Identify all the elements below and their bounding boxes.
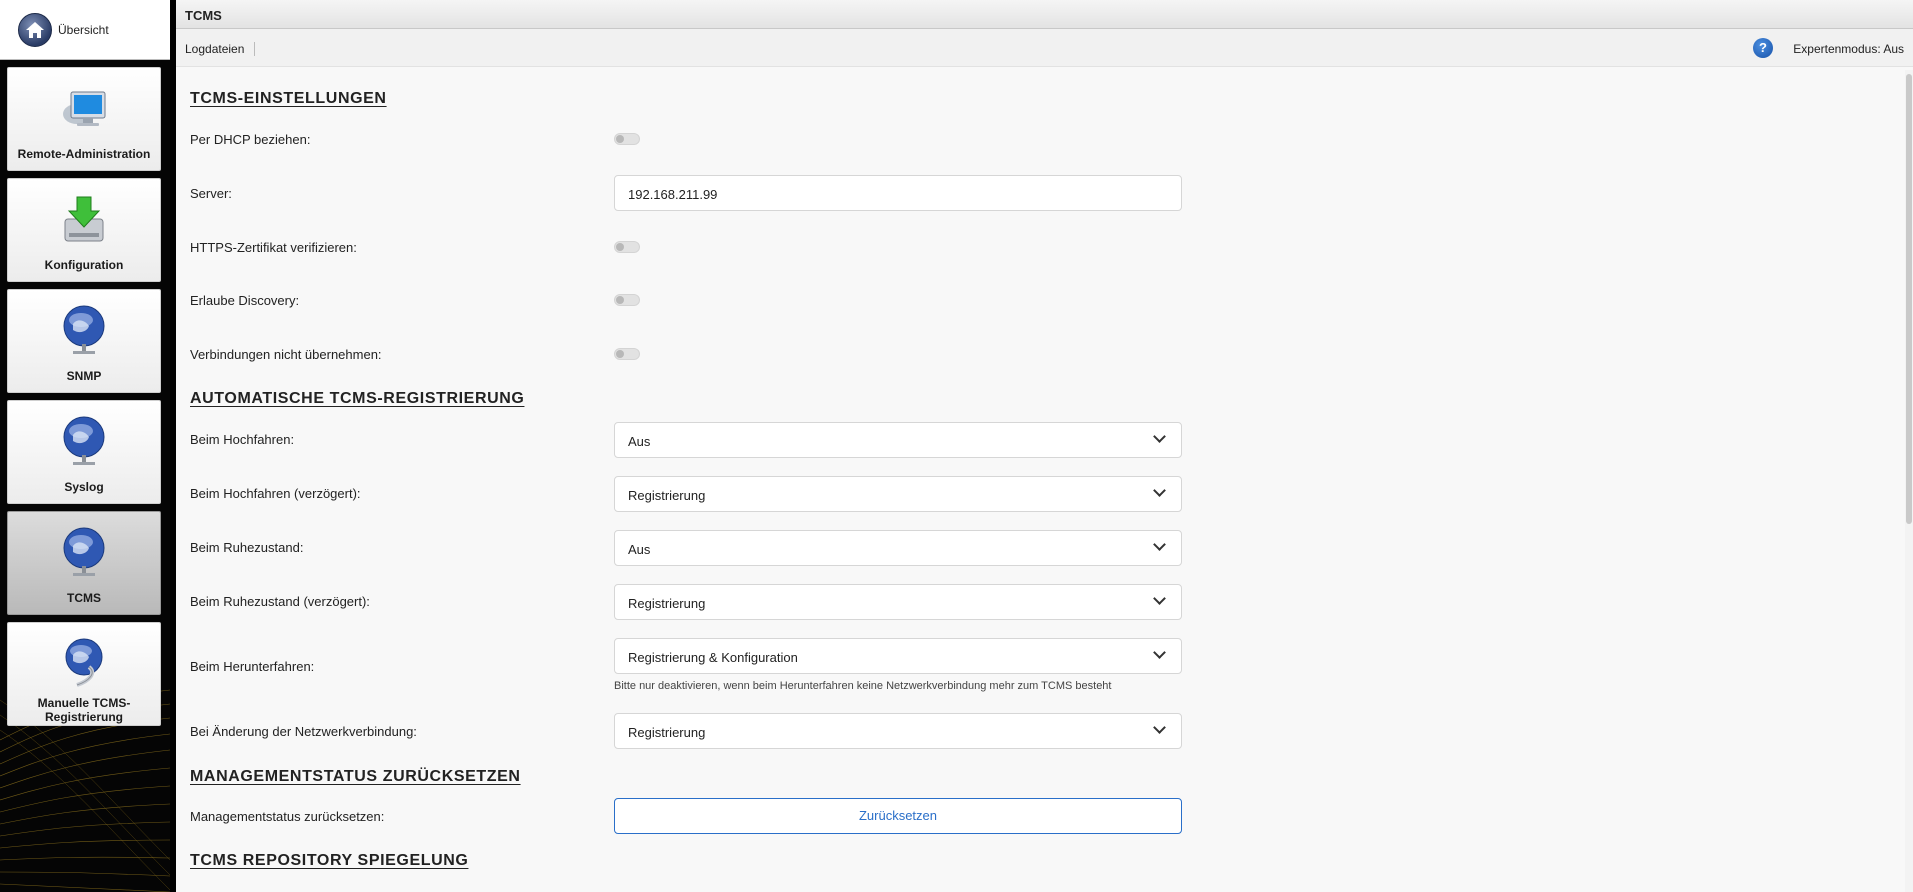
https-verify-label: HTTPS-Zertifikat verifizieren: [190,240,357,255]
boot-select-value: Aus [628,434,651,449]
page-title: TCMS [176,0,1913,29]
boot-select[interactable]: Aus [614,422,1182,458]
nav-tile-konfiguration[interactable]: Konfiguration [7,178,161,282]
shutdown-select-value: Registrierung & Konfiguration [628,650,798,665]
nav-tile-tcms[interactable]: TCMS [7,511,161,615]
server-input[interactable]: 192.168.211.99 [614,175,1182,211]
nav-tile-label: Remote-Administration [17,147,151,161]
boot-label: Beim Hochfahren: [190,432,295,447]
section-title-repository-mirror: TCMS REPOSITORY SPIEGELUNG [190,852,469,869]
section-title-reset: MANAGEMENTSTATUS ZURÜCKSETZEN [190,768,521,785]
shutdown-label: Beim Herunterfahren: [190,659,315,674]
scrollbar-thumb[interactable] [1906,74,1912,524]
server-label: Server: [190,186,232,201]
nav-tile-label: SNMP [66,369,102,383]
discovery-label: Erlaube Discovery: [190,293,300,308]
nav-tile-label: TCMS [67,591,101,605]
main-panel: TCMS Logdateien ? Expertenmodus: Aus TCM… [176,0,1913,892]
chevron-down-icon [1153,646,1166,659]
boot-delayed-label: Beim Hochfahren (verzögert): [190,486,361,501]
hibernate-delayed-select-value: Registrierung [628,596,706,611]
network-change-select[interactable]: Registrierung [614,713,1182,749]
globe-icon [63,527,105,576]
reset-button[interactable]: Zurücksetzen [614,798,1182,834]
hibernate-delayed-label: Beim Ruhezustand (verzögert): [190,594,370,609]
boot-delayed-select-value: Registrierung [628,488,706,503]
https-verify-toggle[interactable] [614,241,640,253]
nav-tile-manuelle-tcms-registrierung[interactable]: Manuelle TCMS-Registrierung [7,622,161,726]
scrollbar[interactable] [1905,70,1913,892]
download-drive-icon [64,196,104,242]
monitor-icon [63,91,106,126]
boot-delayed-select[interactable]: Registrierung [614,476,1182,512]
chevron-down-icon [1153,430,1166,443]
globe-icon [63,416,105,465]
discovery-toggle[interactable] [614,294,640,306]
nav-tile-syslog[interactable]: Syslog [7,400,161,504]
chevron-down-icon [1153,721,1166,734]
nav-tile-label: Konfiguration [44,258,124,272]
shutdown-select[interactable]: Registrierung & Konfiguration [614,638,1182,674]
chevron-down-icon [1153,538,1166,551]
dhcp-label: Per DHCP beziehen: [190,132,311,147]
section-title-tcms-settings: TCMS-EINSTELLUNGEN [190,90,387,107]
overview-link[interactable]: Übersicht [0,0,170,60]
shutdown-hint: Bitte nur deaktivieren, wenn beim Herunt… [614,680,1112,692]
chevron-down-icon [1153,484,1166,497]
connections-label: Verbindungen nicht übernehmen: [190,347,382,362]
nav-tile-remote-administration[interactable]: Remote-Administration [7,67,161,171]
reset-label: Managementstatus zurücksetzen: [190,809,385,824]
section-title-auto-registration: AUTOMATISCHE TCMS-REGISTRIERUNG [190,390,525,407]
expert-mode-toggle[interactable]: Expertenmodus: Aus [1793,42,1904,56]
logs-link[interactable]: Logdateien [185,42,256,56]
hibernate-label: Beim Ruhezustand: [190,540,304,555]
help-icon[interactable]: ? [1753,38,1773,58]
home-icon [18,12,52,47]
toolbar: Logdateien ? Expertenmodus: Aus [176,29,1913,67]
nav-tile-snmp[interactable]: SNMP [7,289,161,393]
sidebar: Übersicht Remote-Administration Konfigur… [0,0,170,892]
hibernate-select-value: Aus [628,542,651,557]
chevron-down-icon [1153,592,1166,605]
globe-cable-icon [65,638,103,687]
dhcp-toggle[interactable] [614,133,640,145]
settings-content: TCMS-EINSTELLUNGEN Per DHCP beziehen: Se… [176,68,1906,892]
nav-tile-label: Syslog [64,480,104,494]
nav-tile-label: Manuelle TCMS-Registrierung [37,696,131,724]
globe-icon [63,305,105,354]
hibernate-delayed-select[interactable]: Registrierung [614,584,1182,620]
network-change-select-value: Registrierung [628,725,706,740]
connections-toggle[interactable] [614,348,640,360]
hibernate-select[interactable]: Aus [614,530,1182,566]
network-change-label: Bei Änderung der Netzwerkverbindung: [190,724,417,739]
overview-label: Übersicht [58,22,109,37]
